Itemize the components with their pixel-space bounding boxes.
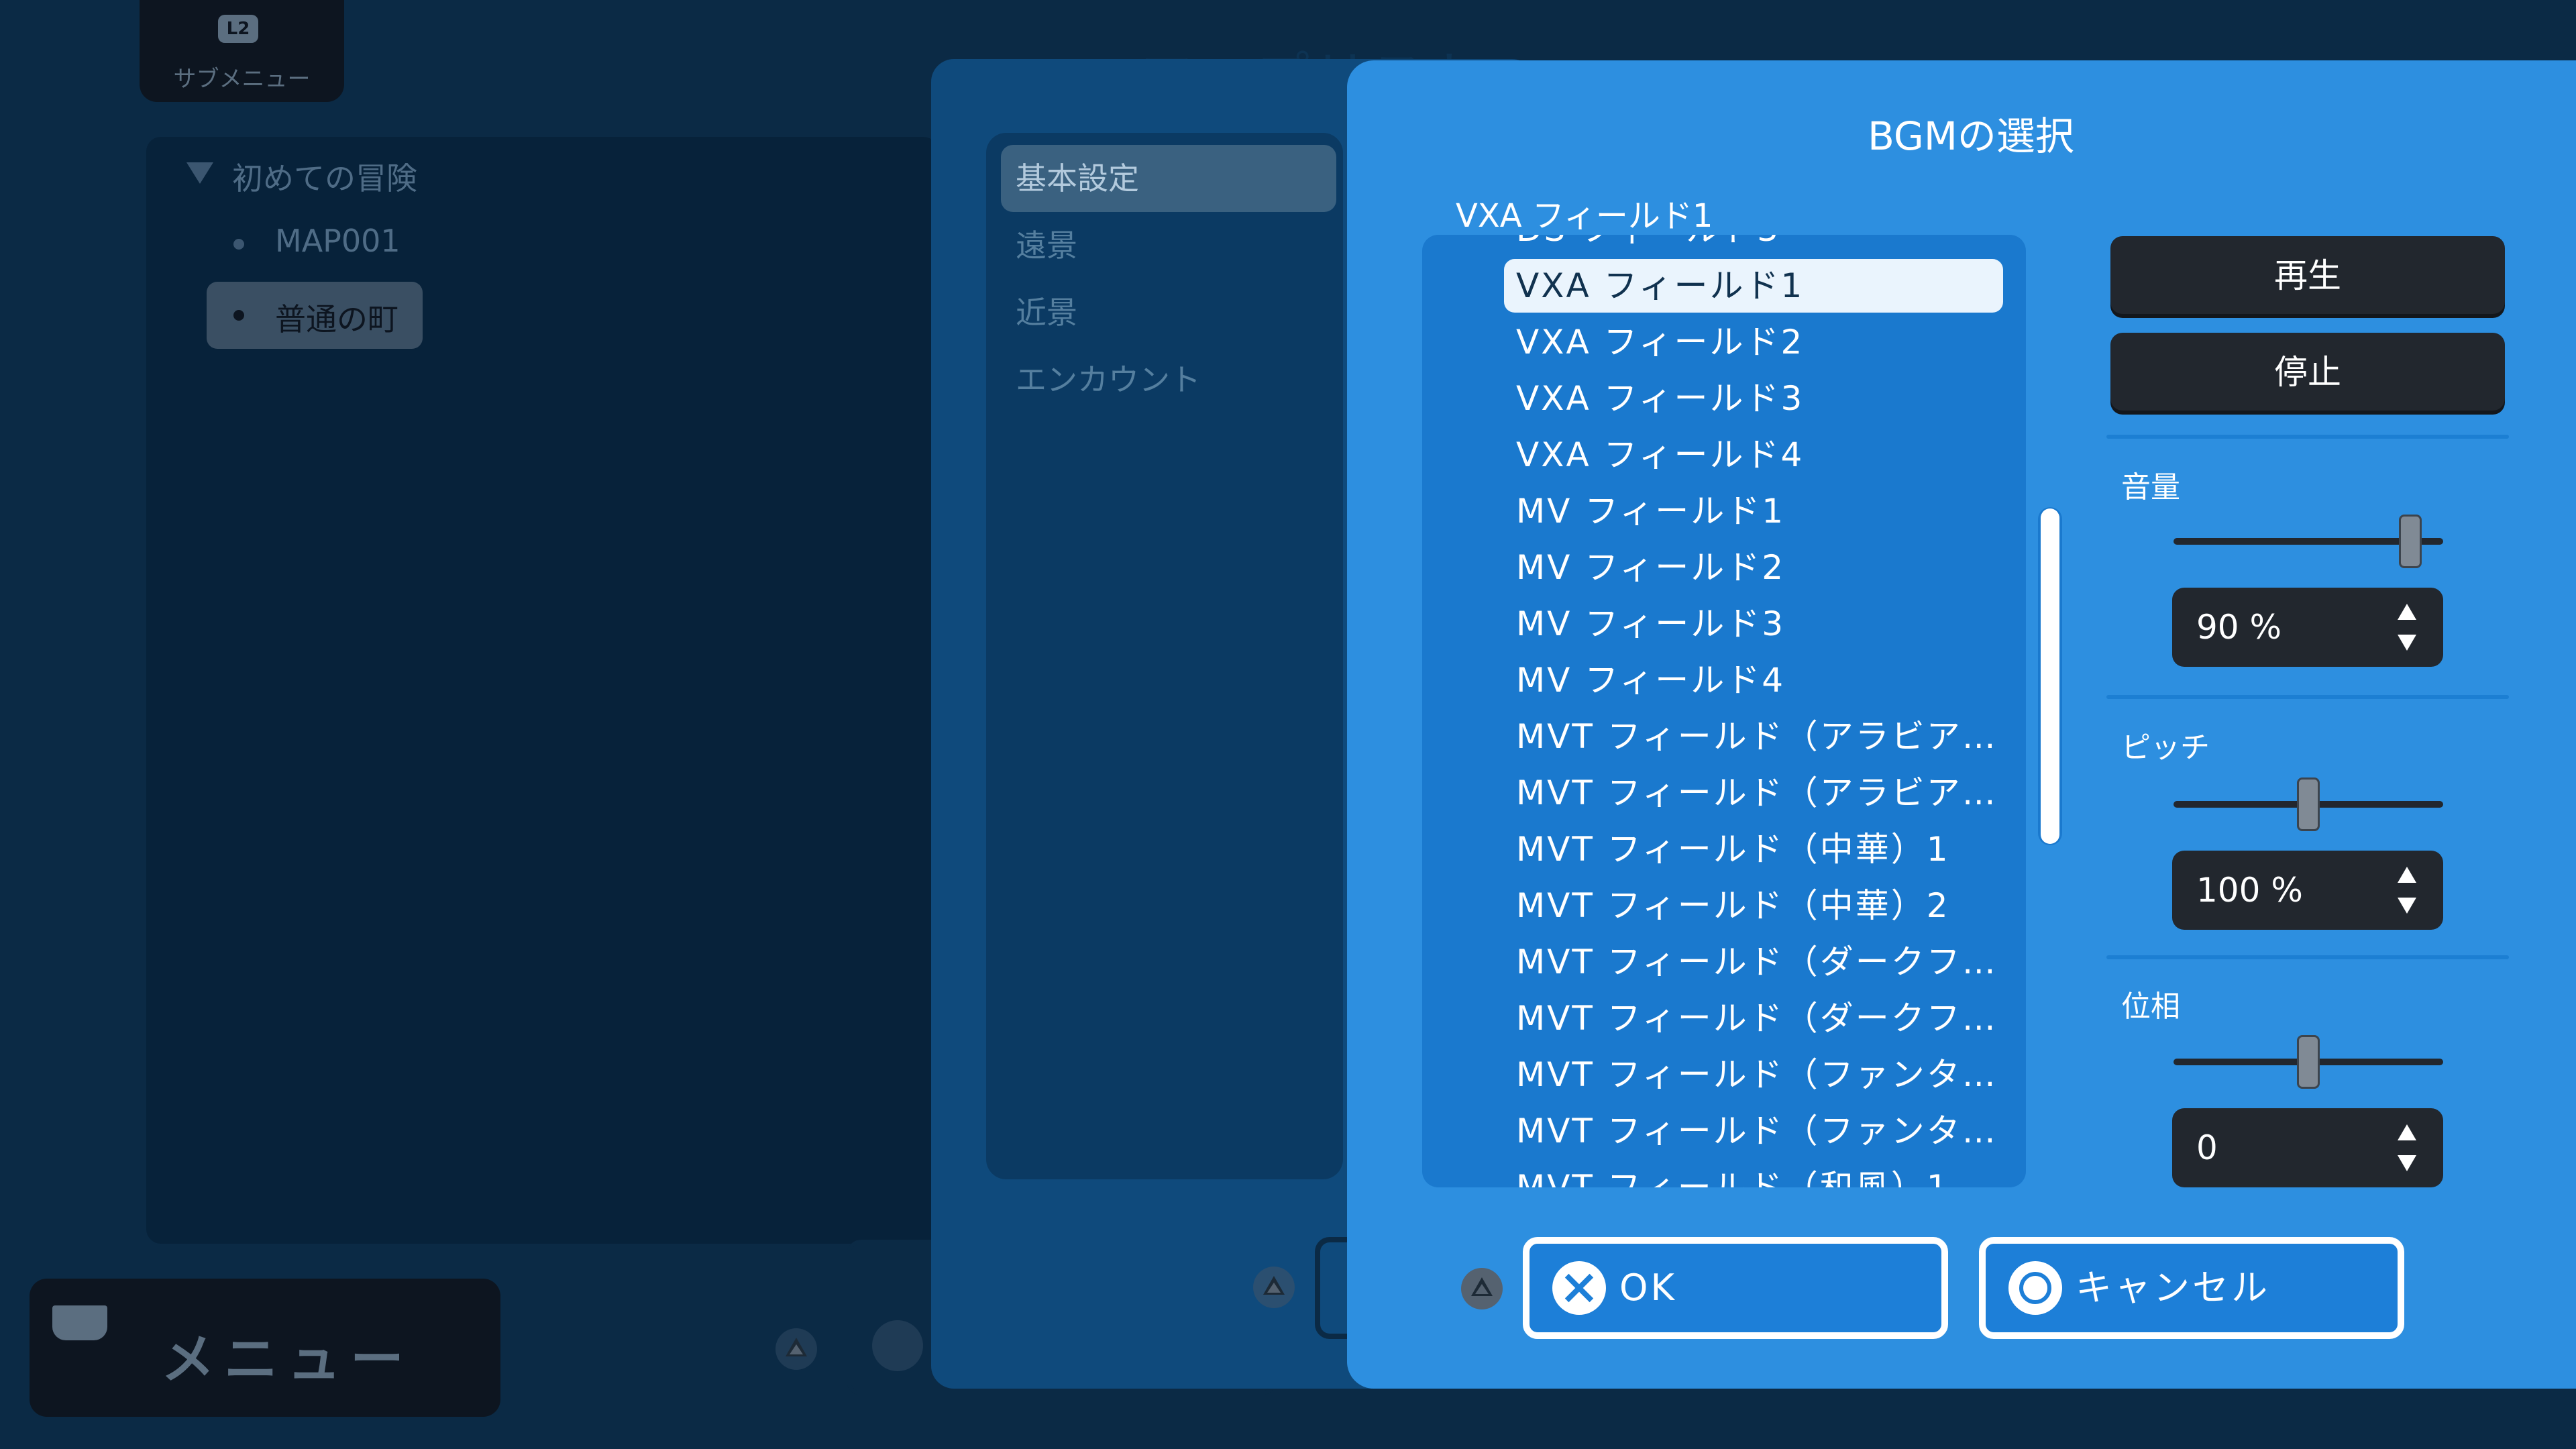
list-item[interactable]: MV フィールド4 — [1516, 653, 1785, 707]
dialog-title: BGMの選択 — [1868, 113, 2074, 159]
submenu-label: サブメニュー — [173, 66, 311, 93]
pan-stepper[interactable]: 0 — [2172, 1108, 2443, 1187]
list-item[interactable]: MV フィールド3 — [1516, 597, 1785, 651]
list-item[interactable]: MVT フィールド（ファンタ… — [1516, 1048, 1998, 1102]
cancel-label: キャンセル — [2076, 1267, 2270, 1309]
current-bgm-name: VXA フィールド1 — [1456, 197, 1713, 235]
play-button[interactable]: 再生 — [2110, 236, 2505, 314]
volume-label: 音量 — [2121, 470, 2180, 504]
x-button-icon — [872, 1320, 923, 1371]
settings-nav-item-foreground[interactable]: 近景 — [1016, 288, 1077, 333]
decrement-arrow-icon[interactable] — [2398, 1155, 2416, 1171]
pan-value: 0 — [2196, 1128, 2218, 1167]
list-item[interactable]: MVT フィールド（ファンタ… — [1516, 1104, 1998, 1158]
l2-button-icon: L2 — [218, 15, 258, 43]
pitch-label: ピッチ — [2121, 731, 2210, 765]
pitch-value: 100 % — [2196, 871, 2303, 910]
submenu-button[interactable]: L2 サブメニュー — [140, 0, 344, 102]
bgm-list[interactable]: DS フィールド3 VXA フィールド1 VXA フィールド2 VXA フィール… — [1422, 235, 2026, 1187]
tree-item-selected[interactable]: 普通の町 — [207, 282, 423, 349]
pitch-stepper[interactable]: 100 % — [2172, 851, 2443, 930]
settings-nav-item-encounter[interactable]: エンカウント — [1016, 356, 1201, 400]
list-item[interactable]: MVT フィールド（和風）1 — [1516, 1161, 1950, 1187]
pan-label: 位相 — [2121, 989, 2180, 1024]
stop-button[interactable]: 停止 — [2110, 333, 2505, 411]
settings-nav: 基本設定 遠景 近景 エンカウント — [986, 133, 1343, 1179]
tree-item[interactable]: MAP001 — [275, 223, 400, 259]
list-item[interactable]: MVT フィールド（アラビア… — [1516, 710, 1998, 763]
increment-arrow-icon[interactable] — [2398, 867, 2416, 883]
menu-bag-icon — [52, 1305, 107, 1340]
list-item[interactable]: MV フィールド2 — [1516, 541, 1785, 594]
divider — [2106, 695, 2509, 699]
volume-slider-knob[interactable] — [2399, 515, 2422, 568]
settings-nav-item-parallax[interactable]: 遠景 — [1016, 221, 1077, 266]
bullet-icon — [233, 310, 244, 321]
menu-label: メニュー — [161, 1328, 413, 1391]
list-item[interactable]: VXA フィールド4 — [1516, 428, 1804, 482]
decrement-arrow-icon[interactable] — [2398, 635, 2416, 651]
pitch-slider-knob[interactable] — [2297, 777, 2320, 831]
increment-arrow-icon[interactable] — [2398, 604, 2416, 620]
settings-nav-item-basic[interactable]: 基本設定 — [1016, 154, 1139, 199]
list-item[interactable]: VXA フィールド3 — [1516, 372, 1804, 425]
bgm-select-dialog: BGMの選択 VXA フィールド1 DS フィールド3 VXA フィールド1 V… — [1347, 60, 2576, 1389]
triangle-button-icon — [1253, 1267, 1295, 1308]
volume-value: 90 % — [2196, 608, 2282, 647]
list-item[interactable]: MVT フィールド（中華）2 — [1516, 879, 1950, 932]
list-item-selected[interactable]: VXA フィールド1 — [1504, 259, 2003, 313]
list-item[interactable]: DS フィールド3 — [1516, 235, 1780, 256]
list-item[interactable]: MVT フィールド（ダークフ… — [1516, 935, 1998, 989]
triangle-button-icon — [1461, 1268, 1503, 1309]
bullet-icon — [233, 239, 244, 250]
divider — [2106, 435, 2509, 439]
tree-item-label: 普通の町 — [275, 301, 398, 337]
ok-label: OK — [1619, 1267, 1677, 1309]
decrement-arrow-icon[interactable] — [2398, 898, 2416, 914]
pan-slider-knob[interactable] — [2297, 1035, 2320, 1089]
menu-button[interactable]: メニュー — [30, 1279, 500, 1417]
list-item[interactable]: MVT フィールド（中華）1 — [1516, 822, 1950, 876]
tree-root[interactable]: 初めての冒険 — [232, 154, 417, 199]
increment-arrow-icon[interactable] — [2398, 1124, 2416, 1140]
list-item[interactable]: MVT フィールド（アラビア… — [1516, 766, 1998, 820]
circle-button-icon — [2008, 1261, 2062, 1315]
divider — [2106, 955, 2509, 959]
triangle-button-icon — [775, 1328, 817, 1370]
map-tree-panel: 初めての冒険 MAP001 普通の町 — [146, 137, 938, 1244]
list-item[interactable]: MVT フィールド（ダークフ… — [1516, 991, 1998, 1045]
ok-button[interactable]: OK — [1523, 1237, 1948, 1339]
list-item[interactable]: VXA フィールド2 — [1516, 315, 1804, 369]
volume-stepper[interactable]: 90 % — [2172, 588, 2443, 667]
list-scrollbar-thumb[interactable] — [2041, 508, 2059, 844]
cancel-button[interactable]: キャンセル — [1979, 1237, 2404, 1339]
cross-button-icon — [1552, 1261, 1606, 1315]
list-item[interactable]: MV フィールド1 — [1516, 484, 1785, 538]
expand-triangle-icon[interactable] — [186, 162, 213, 184]
